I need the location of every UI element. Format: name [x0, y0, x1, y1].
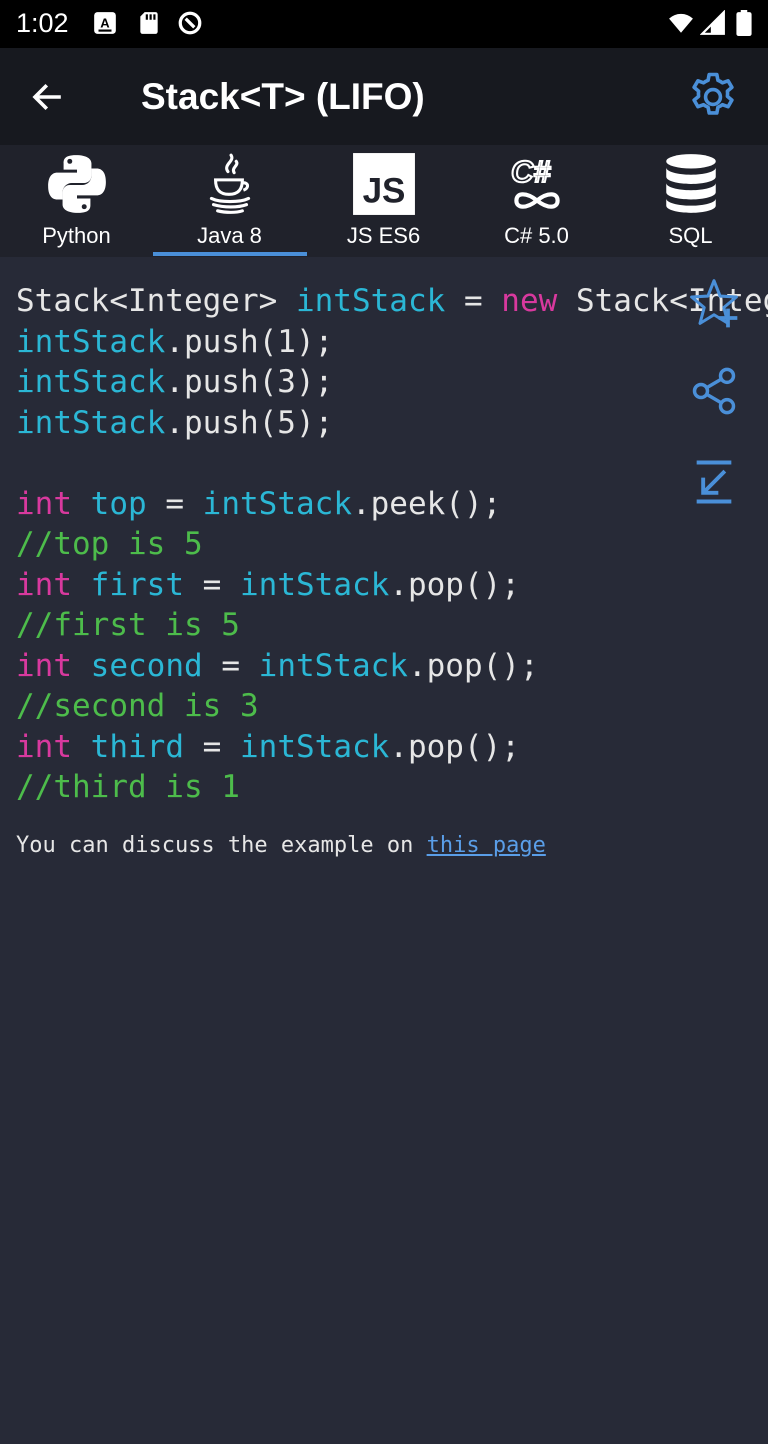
- code-token: .pop();: [389, 566, 520, 603]
- code-token: //second is 3: [16, 688, 259, 724]
- at-sign-icon: [178, 11, 202, 35]
- star-add-icon[interactable]: [686, 276, 742, 332]
- code-line: //second is 3: [16, 686, 768, 727]
- code-token: intStack: [16, 404, 166, 441]
- wifi-icon: [669, 13, 693, 33]
- code-token: Stack<Integer>: [16, 283, 296, 319]
- code-line: int first = intStack.pop();: [16, 565, 768, 606]
- code-token: =: [184, 728, 240, 765]
- tab-sql[interactable]: SQL: [614, 145, 767, 257]
- language-tabs: Python Java 8 JS JS ES6 C# C# 5.0 SQL: [0, 145, 768, 257]
- tab-label: Python: [42, 223, 111, 248]
- code-token: =: [146, 485, 203, 522]
- code-token: =: [184, 566, 240, 603]
- svg-text:JS: JS: [363, 172, 406, 211]
- code-token: first: [90, 566, 184, 603]
- sd-card-icon: [140, 12, 158, 34]
- code-token: .peek();: [351, 485, 502, 522]
- status-bar: 1:02 A: [0, 0, 768, 48]
- selected-tab-indicator: [153, 252, 307, 256]
- code-line: //third is 1: [16, 767, 768, 808]
- code-token: intStack: [16, 364, 166, 400]
- tab-label: Java 8: [197, 223, 262, 248]
- tab-label: SQL: [668, 223, 713, 248]
- database-icon: [666, 154, 716, 213]
- discussion-link[interactable]: this page: [427, 833, 546, 858]
- code-token: intStack: [202, 485, 352, 522]
- code-line: int second = intStack.pop();: [16, 646, 768, 687]
- tab-js[interactable]: JS JS ES6: [307, 145, 460, 257]
- code-area: Stack<Integer> intStack = new Stack<Inte…: [0, 257, 768, 817]
- svg-text:C#: C#: [511, 154, 551, 189]
- tab-label: C# 5.0: [504, 223, 569, 248]
- tab-label: JS ES6: [346, 223, 421, 248]
- code-token: intStack: [16, 323, 166, 360]
- code-token: //third is 1: [16, 769, 240, 805]
- code-token: intStack: [240, 566, 390, 603]
- discussion-text: You can discuss the example on: [16, 833, 427, 858]
- code-token: .push(3);: [165, 364, 334, 400]
- share-icon[interactable]: [688, 365, 740, 417]
- tab-csharp[interactable]: C# C# 5.0: [460, 145, 613, 257]
- code-token: int: [16, 566, 72, 603]
- python-logo-icon: [48, 155, 106, 213]
- collapse-icon[interactable]: [688, 456, 740, 508]
- code-token: new: [501, 283, 558, 319]
- page-title: Stack<T> (LIFO): [141, 76, 425, 117]
- java-cup-icon: [209, 153, 251, 214]
- code-line: //first is 5: [16, 605, 768, 646]
- tab-java[interactable]: Java 8: [153, 145, 306, 257]
- discussion-line: You can discuss the example on this page: [16, 833, 546, 858]
- app-bar: Stack<T> (LIFO): [0, 48, 768, 145]
- code-token: intStack: [240, 728, 390, 765]
- back-button[interactable]: [22, 72, 72, 122]
- gear-icon[interactable]: [686, 70, 740, 124]
- code-line: int third = intStack.pop();: [16, 727, 768, 768]
- cell-signal-icon: [700, 10, 725, 35]
- code-token: int: [16, 485, 72, 522]
- code-line: Stack<Integer> intStack = new Stack<Inte…: [16, 281, 768, 322]
- arrow-left-icon: [32, 83, 61, 111]
- code-token: intStack: [258, 647, 408, 684]
- tab-python[interactable]: Python: [0, 145, 153, 257]
- status-time: 1:02: [16, 8, 69, 38]
- code-block: Stack<Integer> intStack = new Stack<Inte…: [16, 281, 768, 808]
- code-line: intStack.push(3);: [16, 362, 768, 403]
- js-logo-icon: JS: [353, 153, 415, 215]
- code-token: //top is 5: [16, 526, 203, 562]
- code-token: third: [90, 728, 184, 765]
- code-line: int top = intStack.peek();: [16, 484, 768, 525]
- a-box-icon: A: [94, 12, 116, 34]
- code-token: //first is 5: [16, 607, 240, 643]
- code-line: intStack.push(5);: [16, 403, 768, 444]
- code-token: .pop();: [389, 728, 520, 765]
- code-token: top: [90, 485, 147, 522]
- code-line: //top is 5: [16, 524, 768, 565]
- code-token: .push(1);: [165, 323, 334, 360]
- code-token: int: [16, 647, 72, 684]
- code-token: int: [16, 728, 72, 765]
- code-line: intStack.push(1);: [16, 322, 768, 363]
- code-token: intStack: [295, 283, 446, 319]
- svg-text:A: A: [100, 15, 110, 30]
- code-token: =: [202, 647, 259, 684]
- code-token: .push(5);: [165, 404, 334, 441]
- code-token: =: [445, 283, 502, 319]
- code-token: second: [90, 647, 203, 684]
- code-token: .pop();: [407, 647, 539, 684]
- csharp-logo-icon: C#: [510, 153, 560, 209]
- battery-icon: [736, 10, 752, 36]
